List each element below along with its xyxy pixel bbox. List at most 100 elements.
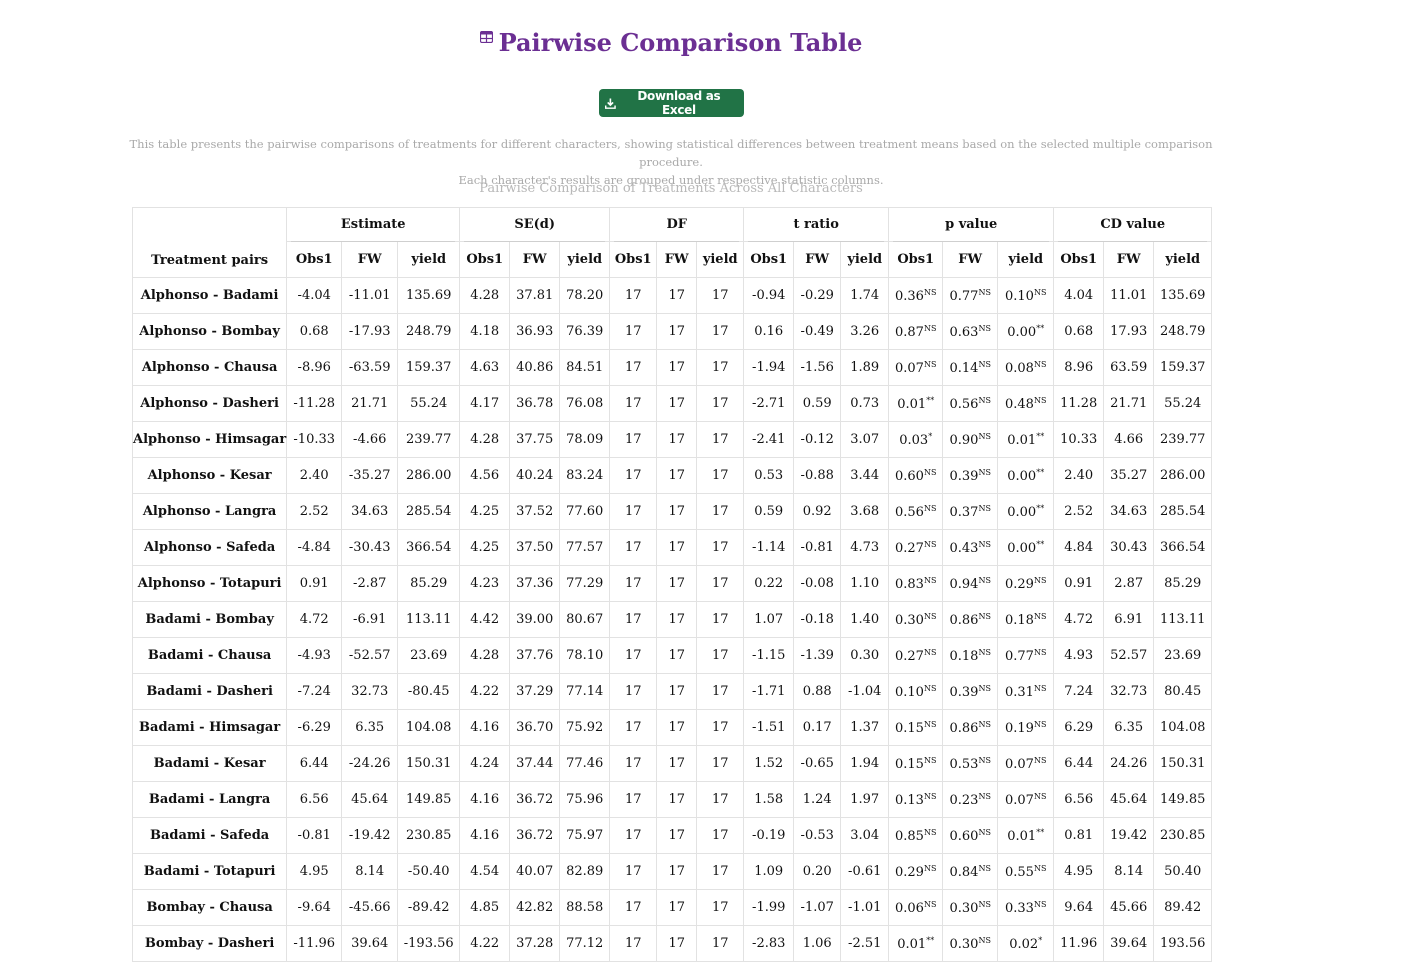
value-cell: 366.54: [397, 529, 461, 566]
significance-mark: NS: [1033, 719, 1047, 729]
value-cell: 4.72: [286, 601, 343, 638]
table-row: Alphonso - Chausa -8.96 -63.59 159.37 4.63 40…: [131, 349, 1213, 386]
value-cell: 6.29: [1053, 709, 1105, 746]
value-cell: 55.24: [397, 385, 461, 422]
value-cell: 78.10: [559, 637, 611, 674]
p-value-cell: 0.15NS: [888, 745, 944, 782]
p-value: 0.85: [895, 828, 924, 844]
value-cell: 4.18: [459, 313, 511, 350]
value-cell: 4.22: [459, 925, 511, 962]
p-value-cell: 0.56NS: [888, 493, 944, 530]
value-cell: 17: [656, 277, 698, 314]
p-value-cell: 0.15NS: [888, 709, 944, 746]
value-cell: 17: [696, 781, 745, 818]
value-cell: 159.37: [397, 349, 461, 386]
significance-mark: NS: [923, 827, 937, 837]
table-row: Bombay - Dasheri -11.96 39.64 -193.56 4.22 37…: [131, 925, 1213, 962]
value-cell: -0.81: [793, 529, 842, 566]
value-cell: 159.37: [1153, 349, 1213, 386]
p-value: 0.14: [949, 360, 979, 376]
significance-mark: NS: [978, 899, 991, 909]
value-cell: 39.64: [1103, 925, 1155, 962]
value-cell: -24.26: [341, 745, 399, 782]
value-cell: 17: [656, 457, 698, 494]
value-cell: 8.14: [341, 853, 399, 890]
value-cell: 37.44: [509, 745, 561, 782]
p-value-cell: 0.84NS: [942, 853, 999, 890]
value-cell: -0.65: [793, 745, 842, 782]
value-cell: 248.79: [1153, 313, 1213, 350]
treatment-pair-cell: Alphonso - Langra: [131, 493, 288, 530]
value-cell: 4.93: [1053, 637, 1105, 674]
value-cell: -80.45: [397, 673, 461, 710]
significance-mark: NS: [978, 287, 991, 297]
value-cell: 1.74: [840, 277, 890, 314]
table-row: Badami - Dasheri -7.24 32.73 -80.45 4.22 37.2…: [131, 673, 1213, 710]
group-header: CD value: [1053, 207, 1213, 243]
p-value: 0.10: [895, 684, 924, 700]
value-cell: 2.52: [286, 493, 343, 530]
value-cell: -10.33: [286, 421, 343, 458]
value-cell: -1.94: [743, 349, 795, 386]
value-cell: 4.25: [459, 529, 511, 566]
significance-mark: NS: [923, 611, 937, 621]
value-cell: 4.23: [459, 565, 511, 602]
value-cell: 4.24: [459, 745, 511, 782]
value-cell: -0.53: [793, 817, 842, 854]
value-cell: 0.17: [793, 709, 842, 746]
sub-header: yield: [1153, 241, 1213, 278]
value-cell: -0.29: [793, 277, 842, 314]
p-value-cell: 0.07NS: [997, 745, 1055, 782]
value-cell: 36.93: [509, 313, 561, 350]
sub-header: FW: [1103, 241, 1155, 278]
significance-mark: *: [1038, 935, 1043, 945]
p-value-cell: 0.39NS: [942, 673, 999, 710]
p-value: 0.02: [1009, 936, 1039, 952]
treatment-pair-cell: Alphonso - Badami: [131, 277, 288, 314]
p-value: 0.01: [897, 936, 927, 952]
significance-mark: NS: [978, 647, 991, 657]
p-value: 0.56: [895, 504, 924, 520]
p-value-cell: 0.83NS: [888, 565, 944, 602]
sub-header: FW: [656, 241, 698, 278]
value-cell: -0.19: [743, 817, 795, 854]
value-cell: 0.30: [840, 637, 890, 674]
p-value-cell: 0.00**: [997, 313, 1055, 350]
p-value: 0.00: [1007, 540, 1037, 556]
value-cell: -1.04: [840, 673, 890, 710]
table-row: Badami - Langra 6.56 45.64 149.85 4.16 36.72 7…: [131, 781, 1213, 818]
significance-mark: NS: [923, 467, 937, 477]
value-cell: 35.27: [1103, 457, 1155, 494]
group-header: t ratio: [743, 207, 890, 243]
treatment-pair-cell: Badami - Bombay: [131, 601, 288, 638]
significance-mark: NS: [1033, 899, 1047, 909]
treatment-pair-cell: Bombay - Chausa: [131, 889, 288, 926]
value-cell: 45.66: [1103, 889, 1155, 926]
significance-mark: NS: [923, 683, 937, 693]
treatment-pair-cell: Badami - Totapuri: [131, 853, 288, 890]
value-cell: 1.37: [840, 709, 890, 746]
value-cell: 17: [696, 457, 745, 494]
table-row: Alphonso - Langra 2.52 34.63 285.54 4.25 37.5…: [131, 493, 1213, 530]
value-cell: 37.75: [509, 421, 561, 458]
value-cell: 78.09: [559, 421, 611, 458]
value-cell: 4.04: [1053, 277, 1105, 314]
p-value: 0.86: [949, 612, 979, 628]
value-cell: 11.28: [1053, 385, 1105, 422]
significance-mark: **: [1036, 503, 1045, 513]
value-cell: 80.67: [559, 601, 611, 638]
treatment-pair-cell: Alphonso - Chausa: [131, 349, 288, 386]
treatment-pair-cell: Bombay - Dasheri: [131, 925, 288, 962]
value-cell: 17: [609, 781, 658, 818]
significance-mark: **: [926, 935, 935, 945]
value-cell: -4.93: [286, 637, 343, 674]
table-row: Alphonso - Dasheri -11.28 21.71 55.24 4.17 36…: [131, 385, 1213, 422]
p-value: 0.39: [949, 684, 979, 700]
value-cell: 36.72: [509, 781, 561, 818]
value-cell: 6.35: [341, 709, 399, 746]
table-row: Alphonso - Bombay 0.68 -17.93 248.79 4.18 36.…: [131, 313, 1213, 350]
download-excel-button[interactable]: Download as Excel: [599, 89, 744, 117]
value-cell: -9.64: [286, 889, 343, 926]
value-cell: 4.56: [459, 457, 511, 494]
value-cell: -0.94: [743, 277, 795, 314]
